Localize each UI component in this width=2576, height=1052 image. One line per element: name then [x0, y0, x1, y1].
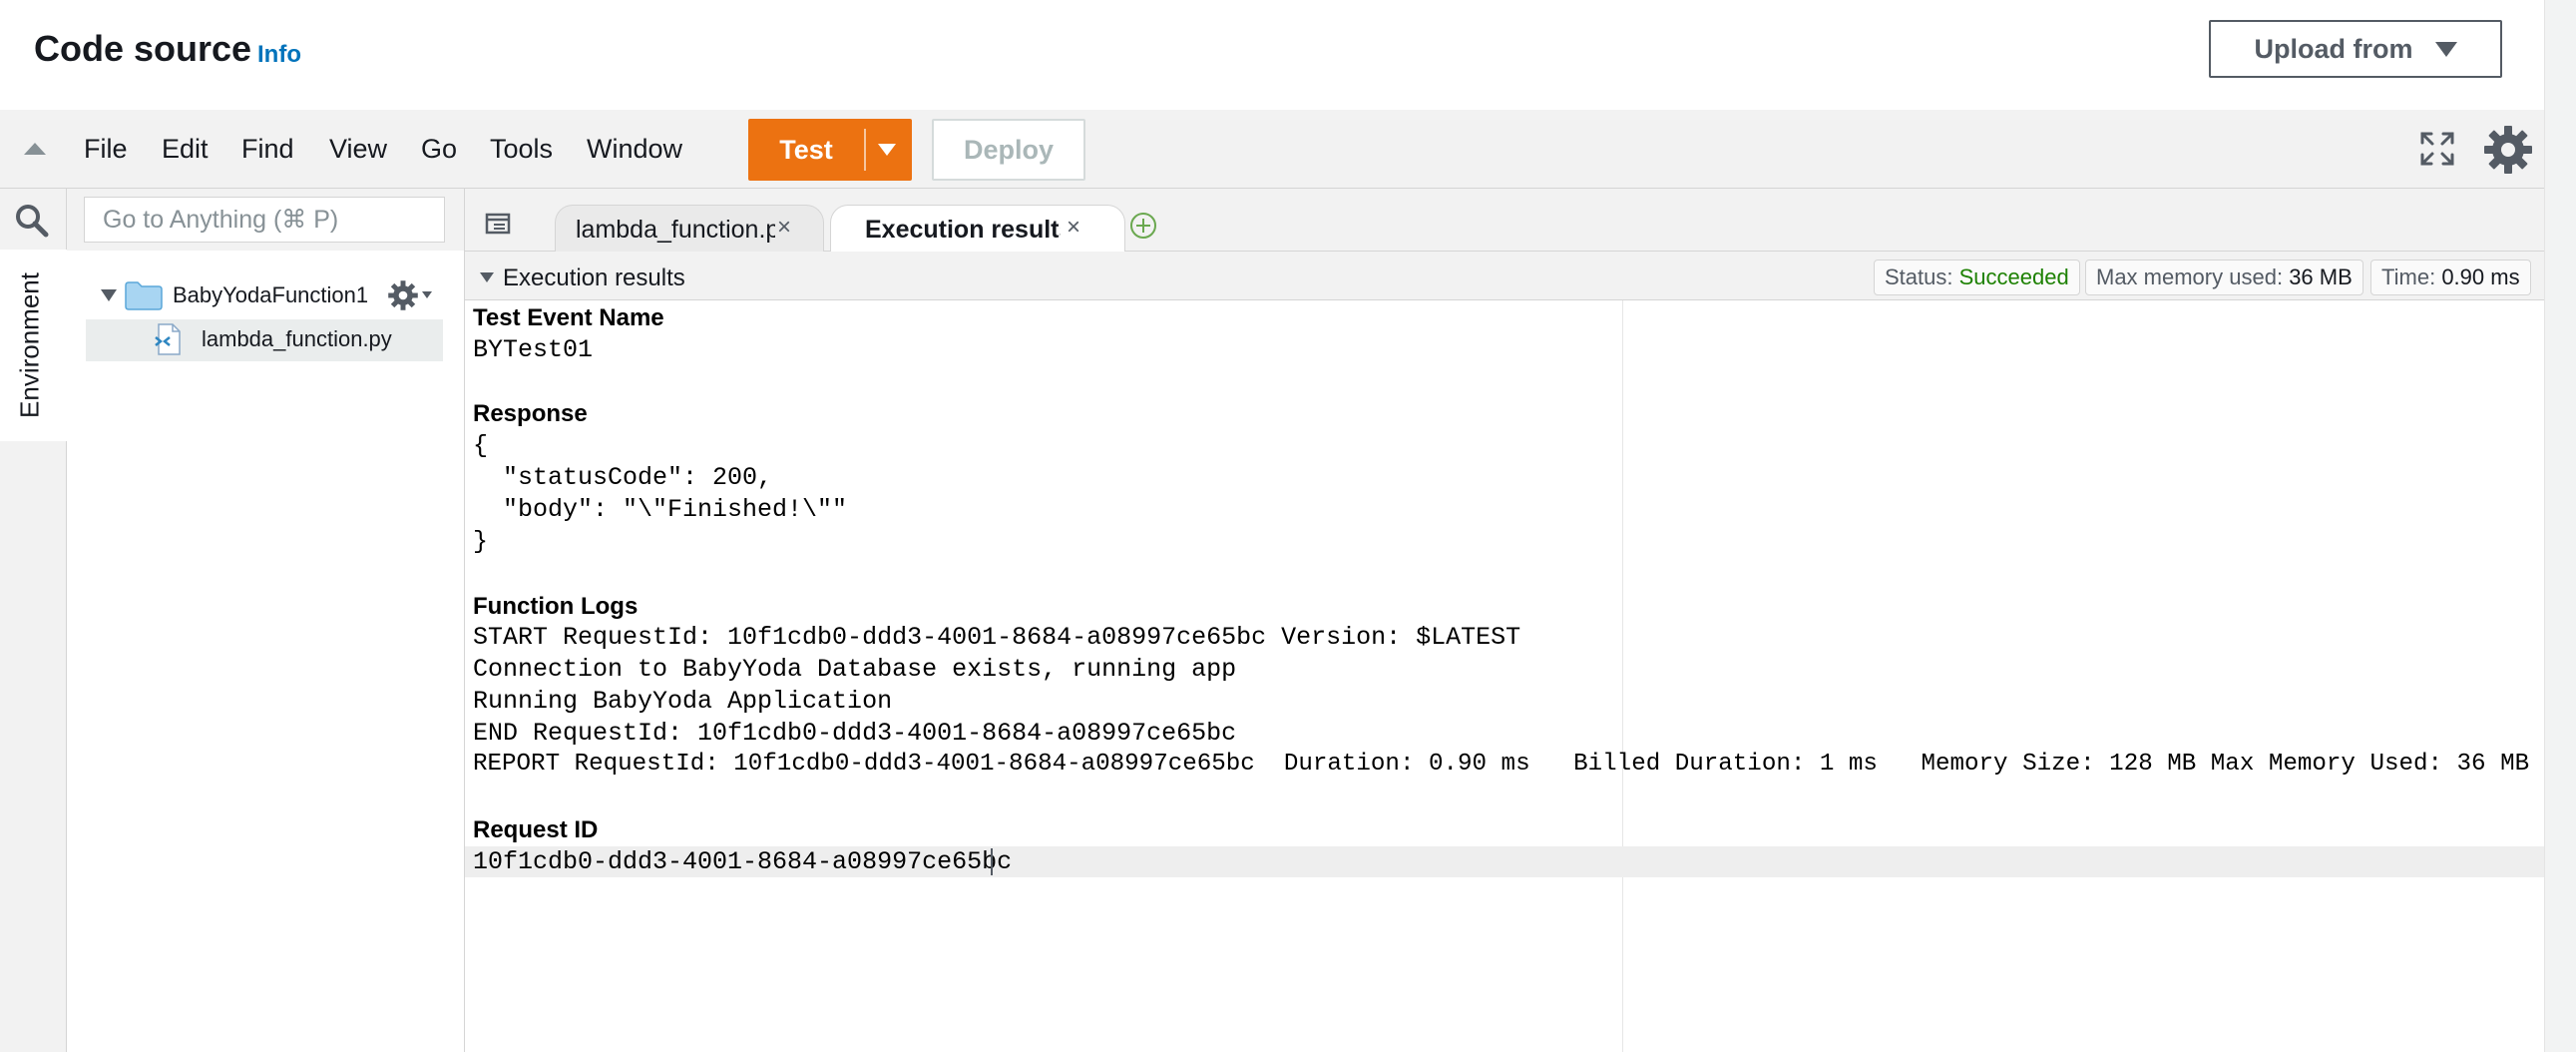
- tab-list-icon[interactable]: [485, 213, 513, 237]
- deploy-button[interactable]: Deploy: [932, 119, 1085, 181]
- results-title[interactable]: Execution results: [503, 264, 685, 292]
- menu-tools[interactable]: Tools: [490, 134, 553, 165]
- test-event-name-value: BYTest01: [473, 335, 594, 364]
- tab-label: Execution results: [865, 216, 1061, 244]
- upload-from-label: Upload from: [2254, 33, 2413, 64]
- status-label: Status:: [1885, 264, 1953, 289]
- close-icon[interactable]: ×: [1067, 214, 1080, 242]
- status-value: Succeeded: [1958, 264, 2069, 289]
- log-line: END RequestId: 10f1cdb0-ddd3-4001-8684-a…: [473, 719, 1237, 748]
- menu-go[interactable]: Go: [421, 134, 457, 165]
- menu-window[interactable]: Window: [587, 134, 682, 165]
- chevron-down-icon[interactable]: [878, 144, 896, 156]
- time-value: 0.90 ms: [2441, 264, 2520, 289]
- file-tree-panel: [67, 189, 465, 1052]
- memory-badge: Max memory used: 36 MB: [2085, 260, 2363, 295]
- test-button[interactable]: Test: [748, 119, 912, 181]
- response-line: }: [473, 527, 489, 556]
- folder-icon: [125, 281, 163, 310]
- right-gutter: [2544, 0, 2576, 1052]
- status-badge: Status: Succeeded: [1874, 260, 2080, 295]
- menu-edit[interactable]: Edit: [162, 134, 209, 165]
- gear-icon[interactable]: [387, 279, 419, 311]
- print-margin-line: [1622, 300, 1623, 1052]
- python-file-icon: [155, 323, 181, 355]
- chevron-down-icon: [2434, 41, 2457, 57]
- request-id-label: Request ID: [473, 816, 599, 843]
- response-line: "statusCode": 200,: [473, 463, 773, 492]
- memory-label: Max memory used:: [2096, 264, 2284, 289]
- function-logs-label: Function Logs: [473, 593, 639, 620]
- time-badge: Time: 0.90 ms: [2370, 260, 2531, 295]
- info-link[interactable]: Info: [257, 41, 301, 69]
- folder-name[interactable]: BabyYodaFunction1: [173, 282, 368, 308]
- close-icon[interactable]: ×: [777, 214, 791, 242]
- test-event-name-label: Test Event Name: [473, 304, 664, 331]
- text-cursor: [991, 848, 993, 875]
- tab-execution-results[interactable]: Execution results ×: [830, 205, 1125, 253]
- expand-icon[interactable]: [2418, 130, 2456, 168]
- test-button-label: Test: [779, 135, 833, 165]
- add-tab-icon[interactable]: [1127, 210, 1159, 242]
- collapse-panel-icon[interactable]: [24, 143, 46, 155]
- go-to-anything-input[interactable]: [84, 197, 445, 243]
- test-button-divider: [864, 129, 866, 171]
- menu-find[interactable]: Find: [241, 134, 294, 165]
- log-line: Running BabyYoda Application: [473, 687, 893, 716]
- file-name[interactable]: lambda_function.py: [202, 326, 392, 352]
- log-line: REPORT RequestId: 10f1cdb0-ddd3-4001-868…: [473, 751, 2530, 778]
- response-label: Response: [473, 400, 588, 427]
- log-line: START RequestId: 10f1cdb0-ddd3-4001-8684…: [473, 623, 1521, 652]
- response-line: "body": "\"Finished!\"": [473, 495, 848, 524]
- search-icon[interactable]: [14, 203, 50, 239]
- request-id-value: 10f1cdb0-ddd3-4001-8684-a08997ce65bc: [473, 847, 1013, 876]
- collapse-results-icon[interactable]: [480, 272, 494, 282]
- menu-view[interactable]: View: [329, 134, 387, 165]
- page-title: Code source: [34, 28, 252, 69]
- upload-from-button[interactable]: Upload from: [2209, 20, 2502, 78]
- settings-icon[interactable]: [2482, 124, 2534, 176]
- folder-expand-icon[interactable]: [101, 289, 117, 301]
- memory-value: 36 MB: [2289, 264, 2353, 289]
- menu-file[interactable]: File: [84, 134, 128, 165]
- log-line: Connection to BabyYoda Database exists, …: [473, 655, 1237, 684]
- chevron-down-icon[interactable]: [422, 291, 432, 298]
- section-header: [0, 0, 2544, 111]
- tab-lambda-function[interactable]: lambda_function.py ×: [555, 205, 824, 252]
- environment-tab-label: Environment: [14, 272, 45, 418]
- response-line: {: [473, 431, 489, 460]
- tab-label: lambda_function.py: [576, 216, 775, 244]
- time-label: Time:: [2381, 264, 2436, 289]
